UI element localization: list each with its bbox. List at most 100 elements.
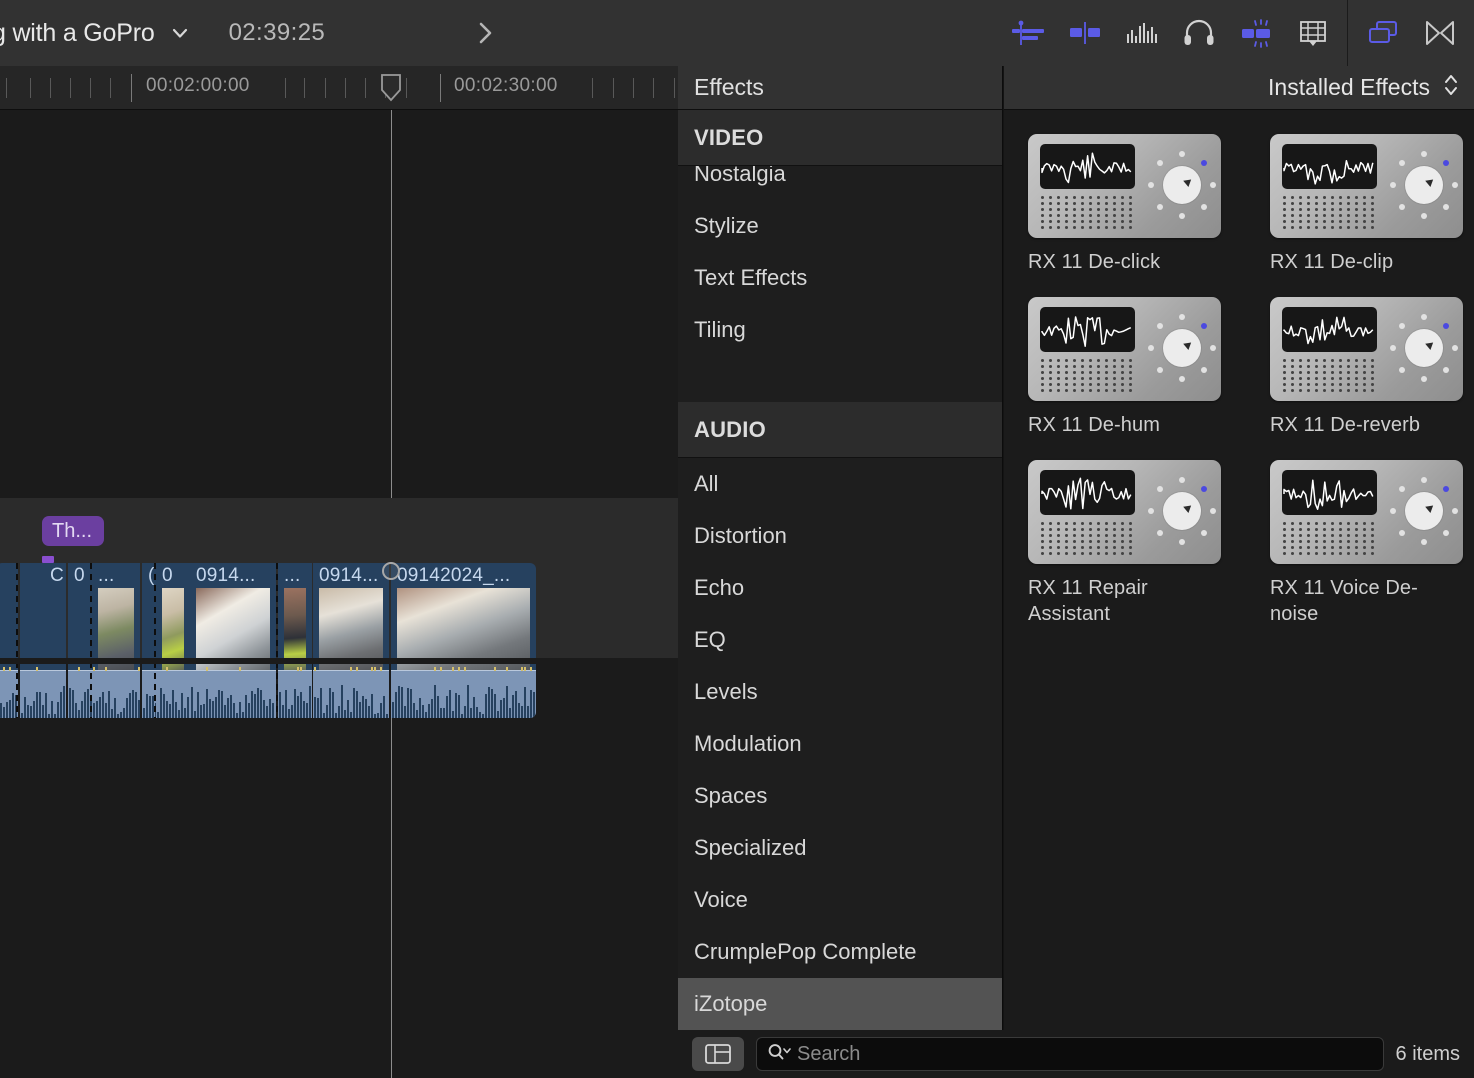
timeline-clip[interactable]: 0 [68,563,92,718]
effects-category-eq[interactable]: EQ [678,614,1002,666]
effect-knob-icon [1163,166,1201,204]
audio-meters-icon[interactable] [1113,0,1170,66]
effect-card[interactable]: RX 11 Repair Assistant [1028,460,1224,627]
effects-category-echo[interactable]: Echo [678,562,1002,614]
clip-skimming-icon[interactable] [1227,0,1284,66]
effect-knob-indicator [1157,486,1163,492]
timeline-panel[interactable]: 00:02:00:0000:02:30:00 Th... 0C0...(0091… [0,66,678,1078]
effects-category-label: Spaces [694,783,767,809]
filmstrip-icon[interactable] [1284,0,1341,66]
title-clip[interactable]: Th... [42,516,104,546]
chevron-up-down-icon[interactable] [1442,72,1460,104]
search-box[interactable] [756,1037,1384,1071]
effects-category-levels[interactable]: Levels [678,666,1002,718]
clip-name-label: C [50,565,64,587]
search-input[interactable] [797,1043,1373,1066]
effect-dot-grid [1283,359,1379,393]
effect-knob-indicator [1148,182,1154,188]
effect-card[interactable]: RX 11 De-clip [1270,134,1466,275]
effect-knob-indicator [1390,182,1396,188]
effect-knob-indicator [1421,477,1427,483]
effect-knob-indicator [1210,345,1216,351]
clip-cut-divider [154,563,156,718]
keyframe-editor-icon[interactable] [999,0,1056,66]
effects-sidebar-title: Effects [694,74,764,101]
effect-card[interactable]: RX 11 Voice De-noise [1270,460,1466,627]
ruler-tick [131,74,132,102]
effect-thumbnail[interactable] [1028,297,1221,401]
effects-category-izotope[interactable]: iZotope [678,978,1002,1030]
clip-audio-waveform [313,670,389,718]
project-title-group[interactable]: g with a GoPro [0,19,191,48]
timecode-display[interactable]: 02:39:25 [229,19,326,47]
clip-name-label: 0914... [319,565,379,587]
transitions-browser-icon[interactable] [1411,0,1468,66]
effect-knob-indicator [1157,204,1163,210]
timeline-clip[interactable]: C [44,563,66,718]
effect-dot-grid [1041,359,1137,393]
timeline-clip[interactable]: ... [278,563,312,718]
effect-knob-indicator-active [1201,323,1207,329]
timeline-clip[interactable]: 0914... [190,563,276,718]
effect-thumbnail[interactable] [1028,134,1221,238]
effect-knob-indicator [1421,539,1427,545]
search-icon[interactable] [767,1042,791,1067]
ruler-tick [345,78,346,98]
effect-waveform-display [1282,470,1377,515]
timeline-clip[interactable]: 09142024_... [391,563,536,718]
timeline-clip[interactable]: ... [92,563,140,718]
effect-knob-icon [1163,329,1201,367]
headphones-icon[interactable] [1170,0,1227,66]
effects-category-label: Specialized [694,835,807,861]
chevron-right-icon[interactable] [473,20,497,46]
effect-knob-indicator [1210,508,1216,514]
effect-knob-indicator [1421,151,1427,157]
effect-dot-grid [1283,196,1379,230]
effect-card[interactable]: RX 11 De-click [1028,134,1224,275]
timeline-clip[interactable]: 0 [156,563,190,718]
ruler-tick [592,78,593,98]
effect-card[interactable]: RX 11 De-reverb [1270,297,1466,438]
playhead-handle[interactable] [380,74,402,102]
timeline-clip-lane[interactable]: Th... 0C0...(00914......0914...09142024_… [0,498,678,658]
effects-category-list[interactable]: VIDEONostalgiaStylizeText EffectsTilingA… [678,110,1002,1078]
audio-meters-split-icon[interactable] [1056,0,1113,66]
effect-knob-indicator-active [1443,323,1449,329]
effects-category-specialized[interactable]: Specialized [678,822,1002,874]
effect-card[interactable]: RX 11 De-hum [1028,297,1224,438]
ruler-tick [325,78,326,98]
effects-category-modulation[interactable]: Modulation [678,718,1002,770]
effect-thumbnail[interactable] [1028,460,1221,564]
effects-browser-icon[interactable] [1354,0,1411,66]
effect-knob-indicator [1399,204,1405,210]
effects-category-stylize[interactable]: Stylize [678,200,1002,252]
clip-selection-handle[interactable] [382,562,400,580]
timeline-ruler[interactable]: 00:02:00:0000:02:30:00 [0,66,678,110]
clip-audio-waveform [92,670,140,718]
effect-knob-indicator [1421,213,1427,219]
effects-category-spaces[interactable]: Spaces [678,770,1002,822]
timeline-clip[interactable]: 0914... [313,563,389,718]
effects-category-crumplepop-complete[interactable]: CrumplePop Complete [678,926,1002,978]
ruler-tick [613,78,614,98]
effect-knob-indicator-active [1201,486,1207,492]
chevron-down-icon[interactable] [169,22,191,44]
effects-category-voice[interactable]: Voice [678,874,1002,926]
effect-name-label: RX 11 De-hum [1028,412,1224,438]
sidebar-layout-icon[interactable] [692,1037,744,1071]
effects-category-text-effects[interactable]: Text Effects [678,252,1002,304]
effects-category-label: Echo [694,575,744,601]
effects-browser-header[interactable]: Installed Effects [1004,66,1474,110]
item-count-label: 6 items [1396,1043,1462,1066]
effect-name-label: RX 11 Voice De-noise [1270,575,1466,627]
effects-category-tiling[interactable]: Tiling [678,304,1002,356]
effects-category-distortion[interactable]: Distortion [678,510,1002,562]
title-clip-marker [42,556,54,563]
effect-thumbnail[interactable] [1270,460,1463,564]
effects-category-all[interactable]: All [678,458,1002,510]
effect-knob-indicator [1390,345,1396,351]
effect-thumbnail[interactable] [1270,297,1463,401]
effect-thumbnail[interactable] [1270,134,1463,238]
effects-group-header-audio: AUDIO [678,402,1002,458]
ruler-timecode-label: 00:02:00:00 [146,75,250,97]
